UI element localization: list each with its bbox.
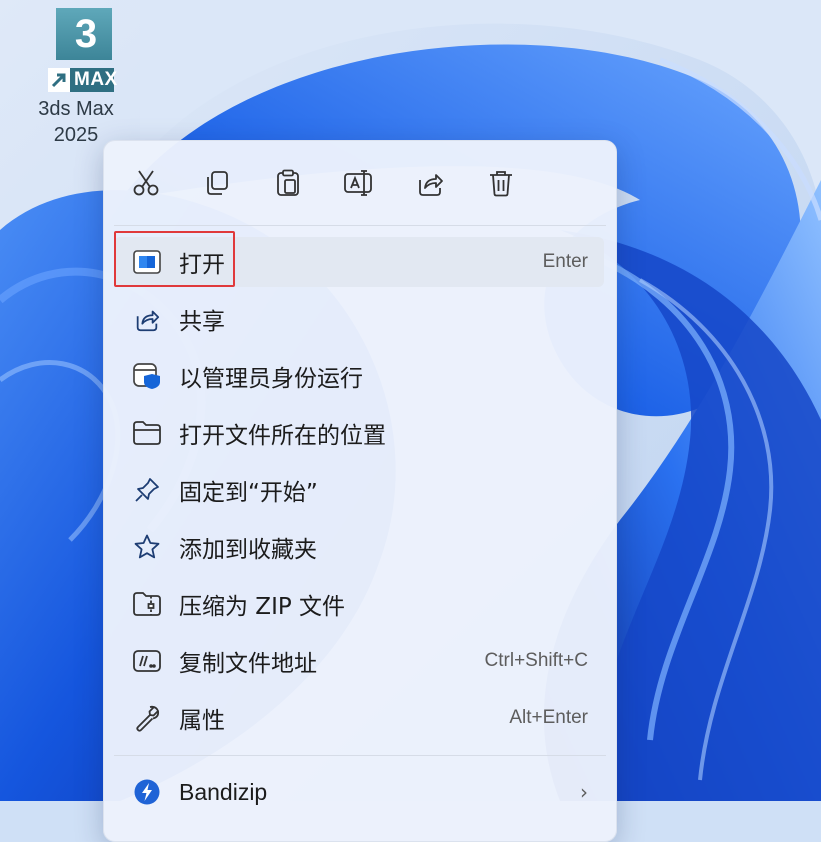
menu-item-share[interactable]: 共享 <box>114 294 604 344</box>
menu-item-shortcut: Alt+Enter <box>509 707 588 728</box>
menu-item-run-as-admin[interactable]: 以管理员身份运行 <box>114 351 604 401</box>
pin-icon <box>131 474 163 506</box>
menu-item-label: 以管理员身份运行 <box>179 366 363 392</box>
chevron-right-icon: › <box>580 780 588 804</box>
menu-item-open-file-location[interactable]: 打开文件所在的位置 <box>114 408 604 458</box>
paste-button[interactable] <box>268 163 308 203</box>
delete-button[interactable] <box>481 163 521 203</box>
menu-item-pin-to-start[interactable]: 固定到“开始” <box>114 465 604 515</box>
menu-item-label: 属性 <box>179 708 225 734</box>
menu-item-label: Bandizip <box>179 778 268 805</box>
menu-item-label: 共享 <box>179 309 225 335</box>
menu-item-copy-path[interactable]: 复制文件地址 Ctrl+Shift+C <box>114 636 604 686</box>
trash-icon <box>486 168 516 198</box>
highlight-annotation-box <box>114 231 235 287</box>
bandizip-icon <box>131 776 163 808</box>
star-icon <box>131 531 163 563</box>
wrench-icon <box>131 702 163 734</box>
menu-item-add-to-favorites[interactable]: 添加到收藏夹 <box>114 522 604 572</box>
menu-item-label: 固定到“开始” <box>179 480 318 506</box>
share-button[interactable] <box>410 163 450 203</box>
rename-icon <box>343 168 375 198</box>
copy-icon <box>202 168 232 198</box>
shortcut-arrow-icon <box>48 68 70 92</box>
app-icon-number: 3 <box>74 12 98 56</box>
context-menu-toolbar <box>104 141 616 227</box>
menu-item-shortcut: Enter <box>542 251 588 272</box>
menu-item-bandizip[interactable]: Bandizip › <box>114 767 604 817</box>
cut-icon <box>131 168 161 198</box>
app-icon-badge: MAX <box>48 68 117 92</box>
menu-item-label: 复制文件地址 <box>179 651 317 677</box>
menu-divider <box>114 225 606 226</box>
menu-item-shortcut: Ctrl+Shift+C <box>484 650 588 671</box>
folder-icon <box>131 417 163 449</box>
menu-item-compress-zip[interactable]: 压缩为 ZIP 文件 <box>114 579 604 629</box>
rename-button[interactable] <box>339 163 379 203</box>
menu-item-label: 打开文件所在的位置 <box>179 423 386 449</box>
copy-button[interactable] <box>197 163 237 203</box>
menu-item-label: 压缩为 ZIP 文件 <box>179 594 346 620</box>
menu-item-properties[interactable]: 属性 Alt+Enter <box>114 693 604 743</box>
desktop-icon-3ds-max[interactable]: 3 MAX 3ds Max 2025 <box>20 8 132 148</box>
shield-window-icon <box>131 360 163 392</box>
zip-folder-icon <box>131 588 163 620</box>
menu-item-label: 添加到收藏夹 <box>179 537 317 563</box>
cut-button[interactable] <box>126 163 166 203</box>
3ds-max-app-icon: 3 MAX <box>38 8 117 92</box>
copy-path-icon <box>131 645 163 677</box>
share-icon <box>131 303 163 335</box>
menu-divider <box>114 755 606 756</box>
paste-icon <box>273 168 303 198</box>
share-icon <box>415 168 445 198</box>
